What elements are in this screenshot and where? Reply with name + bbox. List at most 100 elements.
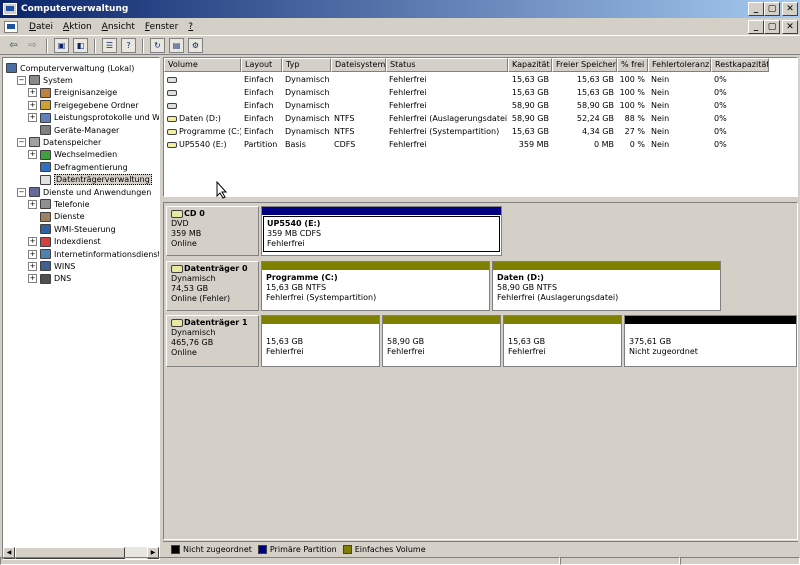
mdi-window-controls: _ ▢ ✕: [748, 20, 798, 34]
mdi-system-menu-icon[interactable]: [4, 20, 18, 33]
partition-block[interactable]: 58,90 GB Fehlerfrei: [382, 315, 501, 367]
tree-item[interactable]: + WINS: [28, 260, 75, 272]
partition-block[interactable]: UP5540 (E:) 359 MB CDFS Fehlerfrei: [261, 206, 502, 256]
table-cell: [331, 99, 386, 112]
menu-ansicht[interactable]: Ansicht: [97, 22, 140, 32]
tree-item[interactable]: WMI-Steuerung: [28, 223, 116, 235]
collapse-icon[interactable]: −: [17, 187, 26, 197]
tree-item-label: Computerverwaltung (Lokal): [20, 63, 135, 73]
partition-block[interactable]: Daten (D:) 58,90 GB NTFS Fehlerfrei (Ausla…: [492, 261, 721, 311]
tree-item[interactable]: + Freigegebene Ordner: [28, 99, 139, 111]
up-folder-icon[interactable]: ▣: [54, 38, 69, 53]
tree-item[interactable]: + Telefonie: [28, 198, 90, 210]
minimize-button[interactable]: _: [748, 2, 764, 16]
table-row[interactable]: Programme (C:) Einfach Dynamisch NTFS Fehler…: [164, 125, 797, 138]
collapse-icon[interactable]: −: [17, 75, 26, 85]
table-cell: 58,90 GB: [576, 101, 614, 110]
table-row[interactable]: Einfach Dynamisch Fehlerfrei 58,90 GB 58,90 …: [164, 99, 797, 112]
tree-item[interactable]: − Dienste und Anwendungen: [17, 186, 151, 198]
forward-arrow-icon[interactable]: ⇨: [25, 38, 40, 53]
tree-item[interactable]: + DNS: [28, 273, 71, 285]
expand-icon[interactable]: +: [28, 199, 37, 209]
table-cell: CDFS: [334, 140, 356, 149]
column-header[interactable]: Status: [386, 58, 508, 72]
partition-block[interactable]: 375,61 GB Nicht zugeordnet: [624, 315, 797, 367]
column-header[interactable]: Restkapazität: [711, 58, 769, 72]
expand-icon[interactable]: +: [28, 150, 37, 160]
column-header[interactable]: Layout: [241, 58, 282, 72]
window-controls: _ ▢ ✕: [748, 2, 798, 16]
status-segment: [560, 557, 680, 565]
menu-help[interactable]: ?: [183, 22, 198, 32]
table-cell: Einfach: [244, 127, 274, 136]
show-tree-icon[interactable]: ◧: [73, 38, 88, 53]
table-cell: Fehlerfrei: [389, 75, 427, 84]
mouse-cursor-icon: [216, 181, 228, 199]
column-header[interactable]: Volume: [164, 58, 241, 72]
tree-item[interactable]: + Internetinformationsdienste: [28, 248, 159, 260]
disk-row: Datenträger 0 Dynamisch 74,53 GB Online (Fe…: [166, 261, 723, 311]
column-header[interactable]: Typ: [282, 58, 331, 72]
partition-size: 15,63 GB: [266, 337, 304, 346]
maximize-button[interactable]: ▢: [764, 2, 780, 16]
expand-icon[interactable]: +: [28, 261, 37, 271]
tree-item[interactable]: + Ereignisanzeige: [28, 87, 117, 99]
disk-label[interactable]: CD 0 DVD 359 MB Online: [166, 206, 259, 256]
partition-block[interactable]: 15,63 GB Fehlerfrei: [503, 315, 622, 367]
console-tree[interactable]: Computerverwaltung (Lokal) − System + Ereign…: [2, 57, 160, 560]
column-header[interactable]: Dateisystem: [331, 58, 386, 72]
menu-fenster[interactable]: Fenster: [140, 22, 183, 32]
expand-icon[interactable]: +: [28, 237, 37, 247]
expand-icon[interactable]: +: [28, 113, 37, 123]
table-cell: 15,63 GB: [576, 75, 614, 84]
column-header[interactable]: Freier Speicher: [552, 58, 617, 72]
table-row[interactable]: Einfach Dynamisch Fehlerfrei 15,63 GB 15,63 …: [164, 73, 797, 86]
disk-label[interactable]: Datenträger 0 Dynamisch 74,53 GB Online (Fe…: [166, 261, 259, 311]
disk-status: Online: [171, 239, 197, 248]
toolbar-separator: [142, 38, 144, 53]
mdi-minimize-button[interactable]: _: [748, 20, 764, 34]
column-header[interactable]: Fehlertoleranz: [648, 58, 711, 72]
table-row[interactable]: UP5540 (E:) Partition Basis CDFS Fehlerfrei 3…: [164, 138, 797, 151]
expand-icon[interactable]: +: [28, 249, 37, 259]
table-cell: 0%: [714, 140, 727, 149]
volume-name: Daten (D:): [179, 114, 221, 123]
column-header[interactable]: % frei: [617, 58, 648, 72]
partition-status: Fehlerfrei (Auslagerungsdatei): [497, 293, 619, 302]
partition-block[interactable]: 15,63 GB Fehlerfrei: [261, 315, 380, 367]
partition-block[interactable]: Programme (C:) 15,63 GB NTFS Fehlerfrei (S…: [261, 261, 490, 311]
mdi-restore-button[interactable]: ▢: [764, 20, 780, 34]
table-row[interactable]: Daten (D:) Einfach Dynamisch NTFS Fehlerfrei…: [164, 112, 797, 125]
menu-aktion[interactable]: Aktion: [58, 22, 97, 32]
tree-item[interactable]: Dienste: [28, 211, 85, 223]
tree-item[interactable]: Computerverwaltung (Lokal): [6, 62, 134, 74]
expand-icon[interactable]: +: [28, 274, 37, 284]
settings-icon[interactable]: ⚙: [188, 38, 203, 53]
table-cell: 100 %: [619, 88, 645, 97]
mdi-close-button[interactable]: ✕: [782, 20, 798, 34]
tree-item[interactable]: − System: [17, 74, 73, 86]
tree-item[interactable]: Defragmentierung: [28, 161, 128, 173]
table-row[interactable]: Einfach Dynamisch Fehlerfrei 15,63 GB 15,63 …: [164, 86, 797, 99]
expand-icon[interactable]: +: [28, 88, 37, 98]
tree-item-label: Telefonie: [54, 199, 90, 209]
back-arrow-icon[interactable]: ⇦: [6, 38, 21, 53]
tree-item[interactable]: + Indexdienst: [28, 236, 101, 248]
close-button[interactable]: ✕: [782, 2, 798, 16]
collapse-icon[interactable]: −: [17, 137, 26, 147]
tree-item[interactable]: − Datenspeicher: [17, 136, 101, 148]
tree-item[interactable]: Geräte-Manager: [28, 124, 119, 136]
disk-label[interactable]: Datenträger 1 Dynamisch 465,76 GB Online: [166, 315, 259, 367]
refresh-icon[interactable]: ↻: [150, 38, 165, 53]
tree-item[interactable]: + Wechselmedien: [28, 149, 117, 161]
tree-item[interactable]: + Leistungsprotokolle und Warnungen: [28, 112, 159, 124]
export-icon[interactable]: ▤: [169, 38, 184, 53]
expand-icon[interactable]: +: [28, 100, 37, 110]
tree-item-label: DNS: [54, 274, 72, 284]
menu-datei[interactable]: Datei: [24, 22, 58, 32]
column-header[interactable]: Kapazität: [508, 58, 552, 72]
help-icon[interactable]: ?: [121, 38, 136, 53]
tree-item[interactable]: Datenträgerverwaltung: [28, 174, 152, 186]
partition-status: Fehlerfrei: [266, 347, 304, 356]
properties-icon[interactable]: ☰: [102, 38, 117, 53]
